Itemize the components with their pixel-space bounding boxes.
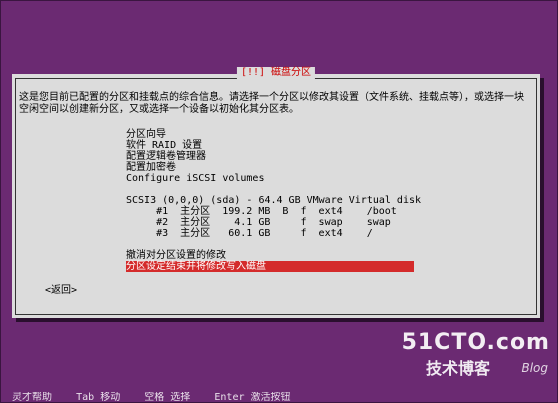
partition-row[interactable]: #1 主分区 199.2 MB B f ext4 /boot	[126, 206, 414, 217]
dialog-title: [!!] 磁盘分区	[236, 67, 316, 79]
menu-item-iscsi[interactable]: Configure iSCSI volumes	[126, 173, 414, 184]
watermark-tagline: 技术博客	[426, 359, 491, 378]
watermark-logo: 51CTO.com 技术博客 Blog	[402, 331, 550, 389]
disk-entry[interactable]: SCSI3 (0,0,0) (sda) - 64.4 GB VMware Vir…	[126, 195, 421, 206]
partition-menu: 分区向导 软件 RAID 设置 配置逻辑卷管理器 配置加密卷 Configure…	[126, 129, 421, 272]
back-button[interactable]: <返回>	[45, 285, 77, 297]
menu-item-software-raid[interactable]: 软件 RAID 设置	[126, 140, 414, 151]
menu-item-encrypted-volumes[interactable]: 配置加密卷	[126, 162, 414, 173]
menu-item-guided-partitioning[interactable]: 分区向导	[126, 129, 414, 140]
partition-dialog: [!!] 磁盘分区 这是您目前已配置的分区和挂载点的综合信息。请选择一个分区以修…	[12, 67, 540, 318]
dialog-description: 这是您目前已配置的分区和挂载点的综合信息。请选择一个分区以修改其设置（文件系统、…	[19, 92, 524, 115]
menu-item-finish-partitioning[interactable]: 分区设定结束并将修改写入磁盘	[126, 261, 414, 272]
menu-item-lvm[interactable]: 配置逻辑卷管理器	[126, 151, 414, 162]
keyboard-help-bar: 灵才帮助 Tab 移动 空格 选择 Enter 激活按钮	[0, 392, 291, 403]
partition-row[interactable]: #3 主分区 60.1 GB f ext4 /	[126, 228, 414, 239]
watermark-site: 51CTO.com	[401, 330, 550, 355]
menu-item-undo-changes[interactable]: 撤消对分区设置的修改	[126, 250, 414, 261]
menu-gap	[126, 184, 414, 195]
watermark-blog: Blog	[521, 361, 548, 375]
partition-row[interactable]: #2 主分区 4.1 GB f swap swap	[126, 217, 414, 228]
menu-gap	[126, 239, 414, 250]
